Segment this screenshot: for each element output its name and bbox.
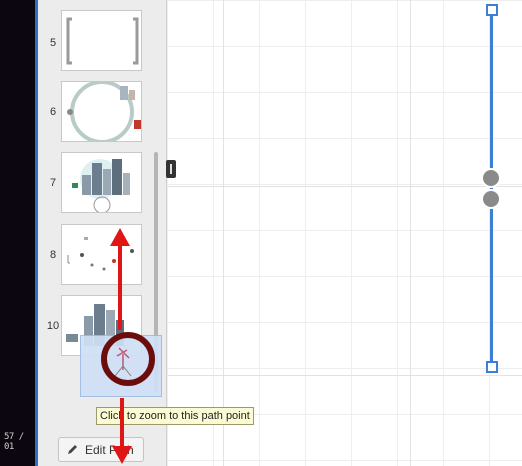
city-skyline-graphic — [72, 159, 130, 212]
slide-thumbnail-8[interactable] — [61, 224, 142, 285]
pencil-icon — [68, 445, 77, 454]
edit-path-label: Edit Path — [85, 443, 134, 457]
canvas-guide — [167, 375, 522, 376]
canvas-guide — [410, 0, 411, 466]
slide-number: 8 — [49, 249, 57, 261]
slide-number: 7 — [49, 177, 57, 189]
slide-thumbnail-5[interactable] — [61, 10, 142, 71]
sidebar-collapse-handle[interactable] — [166, 160, 176, 178]
center-guide-horizontal — [167, 186, 522, 187]
slide-number: 5 — [49, 37, 57, 49]
selection-handle-top[interactable] — [486, 4, 498, 16]
highlight-circle — [101, 332, 155, 386]
left-dark-panel: 57 / 01 — [0, 0, 38, 466]
scale-handle[interactable] — [481, 189, 501, 209]
circle-city-graphic — [67, 82, 141, 141]
selection-handle-bottom[interactable] — [486, 361, 498, 373]
bracket-frame-icon — [66, 17, 139, 65]
canvas-area[interactable] — [167, 0, 522, 466]
slide-thumbnail-7[interactable] — [61, 152, 142, 213]
timecode: 57 / 01 — [4, 432, 24, 452]
canvas-guide — [223, 0, 224, 466]
slide-number: 10 — [46, 320, 60, 332]
tooltip: Click to zoom to this path point — [96, 407, 254, 425]
slide-thumbnail-6[interactable] — [61, 81, 142, 142]
slide-number: 6 — [49, 106, 57, 118]
edit-path-button[interactable]: Edit Path — [58, 437, 144, 462]
rotate-handle[interactable] — [481, 168, 501, 188]
dotted-path-graphic — [67, 237, 134, 271]
